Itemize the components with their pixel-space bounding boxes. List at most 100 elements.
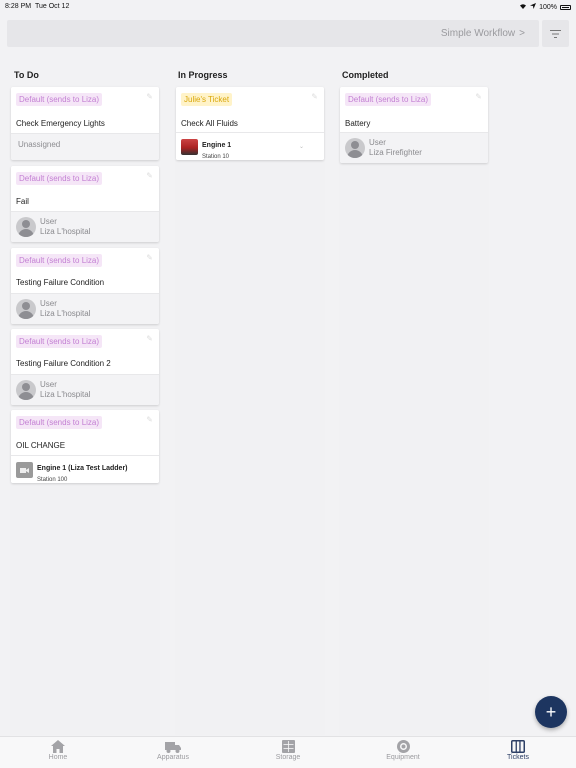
ticket-title: Check All Fluids xyxy=(181,119,238,128)
storage-icon xyxy=(281,740,295,753)
workflow-badge: Default (sends to Liza) xyxy=(16,172,103,185)
column-completed-bg xyxy=(339,85,489,735)
ticket-title: Battery xyxy=(345,119,371,128)
user-info: User Liza L'hospital xyxy=(40,217,90,237)
ticket-assignee[interactable]: Unassigned xyxy=(11,133,159,160)
workflow-label: Simple Workflow xyxy=(440,28,516,39)
ticket-card[interactable]: Default (sends to Liza) ✏ Testing Failur… xyxy=(11,329,159,405)
status-time-text: 8:28 PM xyxy=(5,3,32,10)
user-role: User xyxy=(40,380,57,389)
pin-icon[interactable]: ✏ xyxy=(144,91,155,102)
workflow-badge: Default (sends to Liza) xyxy=(16,93,103,106)
workflow-selector[interactable]: Simple Workflow > xyxy=(441,28,525,39)
chevron-right-icon: > xyxy=(519,28,525,39)
workflow-bar: Simple Workflow > xyxy=(7,20,539,47)
tab-label: Home xyxy=(48,754,68,761)
workflow-badge: Default (sends to Liza) xyxy=(16,335,103,348)
avatar-icon xyxy=(16,217,36,237)
ticket-card[interactable]: Default (sends to Liza) ✏ Check Emergenc… xyxy=(11,87,159,160)
pin-icon[interactable]: ✏ xyxy=(144,252,155,263)
ticket-title: Testing Failure Condition 2 xyxy=(16,359,111,368)
column-title-completed: Completed xyxy=(342,70,389,80)
battery-icon xyxy=(560,4,571,10)
user-name: Liza L'hospital xyxy=(40,309,91,318)
ticket-title: OIL CHANGE xyxy=(16,441,66,450)
tab-bar: Home Apparatus Storage Equipment Tickets xyxy=(0,736,576,768)
user-role: User xyxy=(40,299,57,308)
ticket-assignee[interactable]: User Liza L'hospital xyxy=(11,211,159,242)
equipment-info: Engine 1 (Liza Test Ladder) Station 100 xyxy=(37,462,128,483)
ticket-title: Fail xyxy=(16,197,29,206)
user-role: User xyxy=(369,138,386,147)
workflow-badge: Default (sends to Liza) xyxy=(345,93,432,106)
status-right: 100% xyxy=(519,3,571,11)
user-info: User Liza Firefighter xyxy=(369,138,422,158)
add-ticket-button[interactable]: + xyxy=(535,696,567,728)
workflow-badge: Default (sends to Liza) xyxy=(16,416,103,429)
user-name: Liza L'hospital xyxy=(40,390,91,399)
ticket-card[interactable]: Default (sends to Liza) ✏ Testing Failur… xyxy=(11,248,159,324)
tickets-icon xyxy=(511,740,525,753)
ticket-assignee[interactable]: User Liza L'hospital xyxy=(11,293,159,324)
pin-icon[interactable]: ✏ xyxy=(144,414,155,425)
equipment-info: Engine 1 Station 10 xyxy=(202,139,231,160)
ticket-equipment[interactable]: Engine 1 (Liza Test Ladder) Station 100 xyxy=(11,455,159,483)
workflow-badge: Julie's Ticket xyxy=(181,93,233,106)
pin-icon[interactable]: ✏ xyxy=(473,91,484,102)
tab-label: Equipment xyxy=(386,754,420,761)
tab-label: Apparatus xyxy=(157,754,189,761)
tab-equipment[interactable]: Equipment xyxy=(373,740,433,761)
ticket-equipment[interactable]: Engine 1 Station 10 ⌄ xyxy=(176,132,324,160)
equipment-icon xyxy=(396,740,410,753)
ticket-title: Check Emergency Lights xyxy=(16,119,105,128)
status-bar: 8:28 PM Tue Oct 12 100% xyxy=(0,0,576,14)
column-inprogress-bg xyxy=(175,85,325,735)
equipment-thumbnail xyxy=(16,462,33,478)
user-info: User Liza L'hospital xyxy=(40,380,90,400)
ticket-card[interactable]: Julie's Ticket Default (sends to Liza) ✏… xyxy=(11,166,159,242)
equipment-name: Engine 1 (Liza Test Ladder) xyxy=(37,465,128,472)
filter-icon xyxy=(550,25,561,43)
column-title-inprogress: In Progress xyxy=(178,70,228,80)
pin-icon[interactable]: ✏ xyxy=(144,170,155,181)
ticket-title: Testing Failure Condition xyxy=(16,278,105,287)
ticket-card[interactable]: Julie's Ticket ✏ Check All Fluids Engine… xyxy=(176,87,324,160)
plus-icon: + xyxy=(545,701,557,722)
equipment-station: Station 10 xyxy=(202,154,230,160)
equipment-name: Engine 1 xyxy=(202,142,232,149)
tab-label: Tickets xyxy=(507,754,529,761)
fire-truck-thumbnail xyxy=(181,139,198,155)
column-title-todo: To Do xyxy=(14,70,39,80)
location-icon xyxy=(530,3,537,11)
tab-label: Storage xyxy=(275,754,301,761)
avatar-icon xyxy=(16,299,36,319)
truck-icon xyxy=(165,742,181,753)
avatar-icon xyxy=(16,380,36,400)
filter-button[interactable] xyxy=(542,20,569,47)
tab-tickets[interactable]: Tickets xyxy=(488,740,548,761)
user-name: Liza L'hospital xyxy=(40,227,91,236)
assignee-label: Unassigned xyxy=(18,140,61,149)
pin-icon[interactable]: ✏ xyxy=(144,333,155,344)
ticket-card[interactable]: Default (sends to Liza) ✏ OIL CHANGE Eng… xyxy=(11,410,159,483)
tab-home[interactable]: Home xyxy=(28,740,88,761)
workflow-badge: Default (sends to Liza) xyxy=(16,254,103,267)
tab-apparatus[interactable]: Apparatus xyxy=(143,740,203,761)
user-role: User xyxy=(40,217,57,226)
pin-icon[interactable]: ✏ xyxy=(309,91,320,102)
wifi-icon xyxy=(519,3,527,11)
equipment-station: Station 100 xyxy=(37,477,68,483)
tab-storage[interactable]: Storage xyxy=(258,740,318,761)
ticket-assignee[interactable]: User Liza L'hospital xyxy=(11,374,159,405)
chevron-down-icon[interactable]: ⌄ xyxy=(299,143,304,150)
ticket-assignee[interactable]: User Liza Firefighter xyxy=(340,132,488,163)
user-name: Liza Firefighter xyxy=(369,148,422,157)
status-time: 8:28 PM Tue Oct 12 xyxy=(5,3,69,10)
user-info: User Liza L'hospital xyxy=(40,299,90,319)
ticket-card[interactable]: Default (sends to Liza) ✏ Battery User Li… xyxy=(340,87,488,163)
status-date: Tue Oct 12 xyxy=(34,3,70,10)
camera-icon xyxy=(20,467,29,473)
battery-percent: 100% xyxy=(539,3,557,11)
avatar-icon xyxy=(345,138,365,158)
home-icon xyxy=(51,740,65,753)
